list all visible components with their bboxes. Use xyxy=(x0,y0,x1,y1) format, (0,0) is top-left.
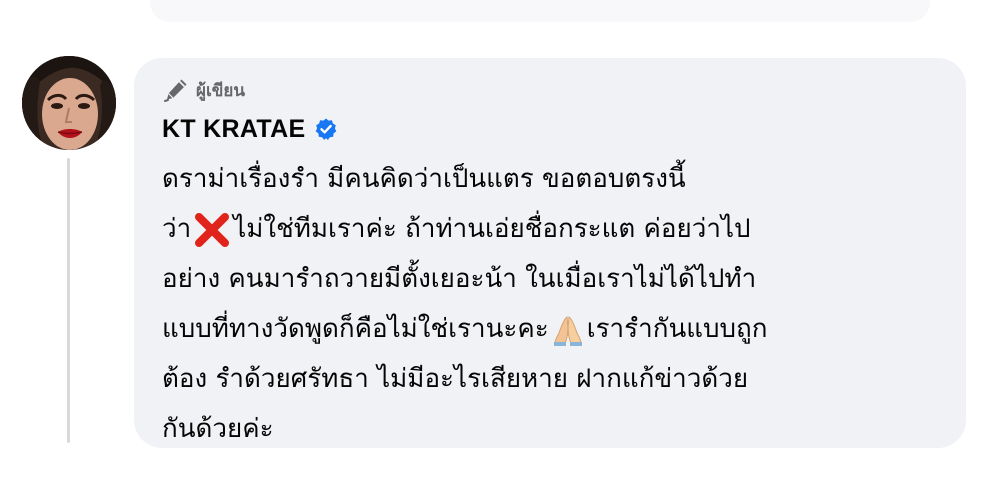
previous-comment-bubble-edge xyxy=(150,0,930,22)
author-badge: ผู้เขียน xyxy=(162,74,966,106)
pen-icon xyxy=(164,79,187,102)
author-row: KT KRATAE xyxy=(162,112,966,146)
previous-comment-edge xyxy=(0,0,992,28)
comment-line-2: ว่า ไม่ใช่ทีมเราค่ะ ถ้าท่านเอ่ยชื่อกระแต… xyxy=(162,204,966,254)
verified-badge-icon xyxy=(316,118,337,140)
avatar[interactable] xyxy=(22,56,116,150)
author-badge-label: ผู้เขียน xyxy=(196,80,245,101)
comment-line-2-text-start: ว่า xyxy=(162,214,192,244)
comment-bubble: ผู้เขียน KT KRATAE ดราม่าเรื่องรำ มีคนคิ… xyxy=(134,58,966,448)
reply-thread-line xyxy=(67,158,70,443)
comment-line-5: ต้อง รำด้วยศรัทธา ไม่มีอะไรเสียหาย ฝากแก… xyxy=(162,354,966,404)
comment-line-3: อย่าง คนมารำถวายมีตั้งเยอะน้า ในเมื่อเรา… xyxy=(162,254,966,304)
author-name[interactable]: KT KRATAE xyxy=(162,115,305,144)
cross-mark-emoji-icon xyxy=(195,212,230,247)
comment-text: ดราม่าเรื่องรำ มีคนคิดว่าเป็นแตร ขอตอบตร… xyxy=(162,154,966,454)
comment-line-5-text: ต้อง รำด้วยศรัทธา ไม่มีอะไรเสียหาย ฝากแก… xyxy=(162,364,749,394)
folded-hands-emoji-icon xyxy=(553,315,582,346)
comment-line-4-text-start: แบบที่ทางวัดพูดก็คือไม่ใช่เรานะคะ xyxy=(162,314,549,344)
comment-line-1: ดราม่าเรื่องรำ มีคนคิดว่าเป็นแตร ขอตอบตร… xyxy=(162,154,966,204)
comment-line-6-text: กันด้วยค่ะ xyxy=(162,414,274,444)
comment-line-6: กันด้วยค่ะ xyxy=(162,404,966,454)
comment-line-1-text: ดราม่าเรื่องรำ มีคนคิดว่าเป็นแตร ขอตอบตร… xyxy=(162,164,686,194)
comment-line-4: แบบที่ทางวัดพูดก็คือไม่ใช่เรานะคะ เรารำก… xyxy=(162,304,966,354)
comment-line-3-text: อย่าง คนมารำถวายมีตั้งเยอะน้า ในเมื่อเรา… xyxy=(162,264,757,294)
comment-line-4-text-end: เรารำกันแบบถูก xyxy=(586,314,768,344)
comment-line-2-text-end: ไม่ใช่ทีมเราค่ะ ถ้าท่านเอ่ยชื่อกระแต ค่อ… xyxy=(233,214,751,244)
avatar-image xyxy=(22,56,116,150)
